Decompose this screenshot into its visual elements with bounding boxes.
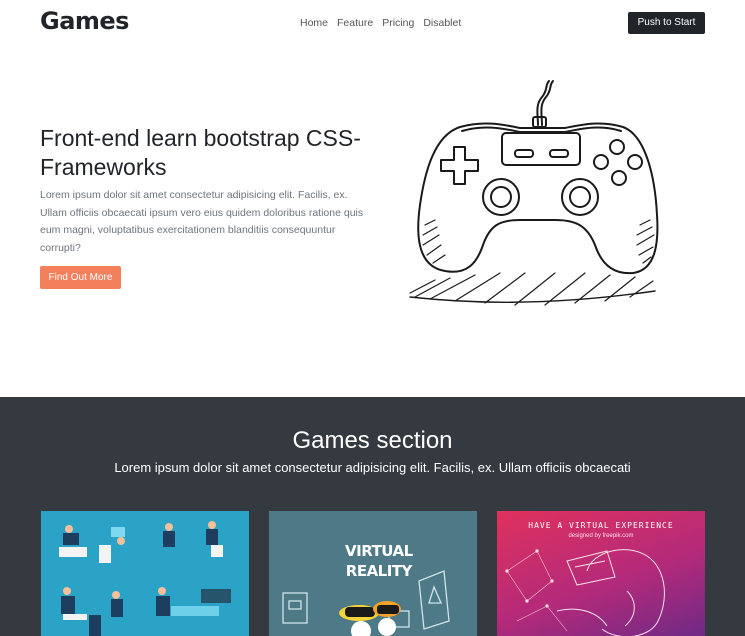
game-card-1[interactable] — [41, 511, 249, 636]
push-to-start-button[interactable]: Push to Start — [628, 12, 705, 34]
nav-links: Home Feature Pricing Disablet — [300, 17, 470, 29]
hero-text: Lorem ipsum dolor sit amet consectetur a… — [40, 189, 364, 254]
game-card-2[interactable]: VIRTUAL REALITY — [269, 511, 477, 636]
hero-title: Front-end learn bootstrap CSS-Frameworks — [40, 125, 361, 180]
nav-link-home[interactable]: Home — [300, 17, 328, 29]
section-title: Games section — [292, 427, 453, 454]
vr-headset-woman-illustration — [505, 549, 665, 636]
brand-logo[interactable]: Games — [40, 7, 129, 35]
nav-link-pricing[interactable]: Pricing — [382, 17, 414, 29]
navbar: Games Home Feature Pricing Disablet Push… — [0, 0, 745, 46]
isometric-gamers-illustration — [59, 521, 231, 636]
nav-link-disablet[interactable]: Disablet — [423, 17, 461, 29]
games-section: Games section Lorem ipsum dolor sit amet… — [0, 397, 745, 636]
find-out-more-button[interactable]: Find Out More — [40, 266, 121, 289]
game-card-3[interactable]: HAVE A VIRTUAL EXPERIENCE designed by fr… — [497, 511, 705, 636]
gamepad-icon — [409, 80, 659, 306]
nav-link-feature[interactable]: Feature — [337, 17, 373, 29]
section-subtitle: Lorem ipsum dolor sit amet consectetur a… — [114, 460, 631, 475]
virtual-reality-illustration — [282, 570, 450, 636]
